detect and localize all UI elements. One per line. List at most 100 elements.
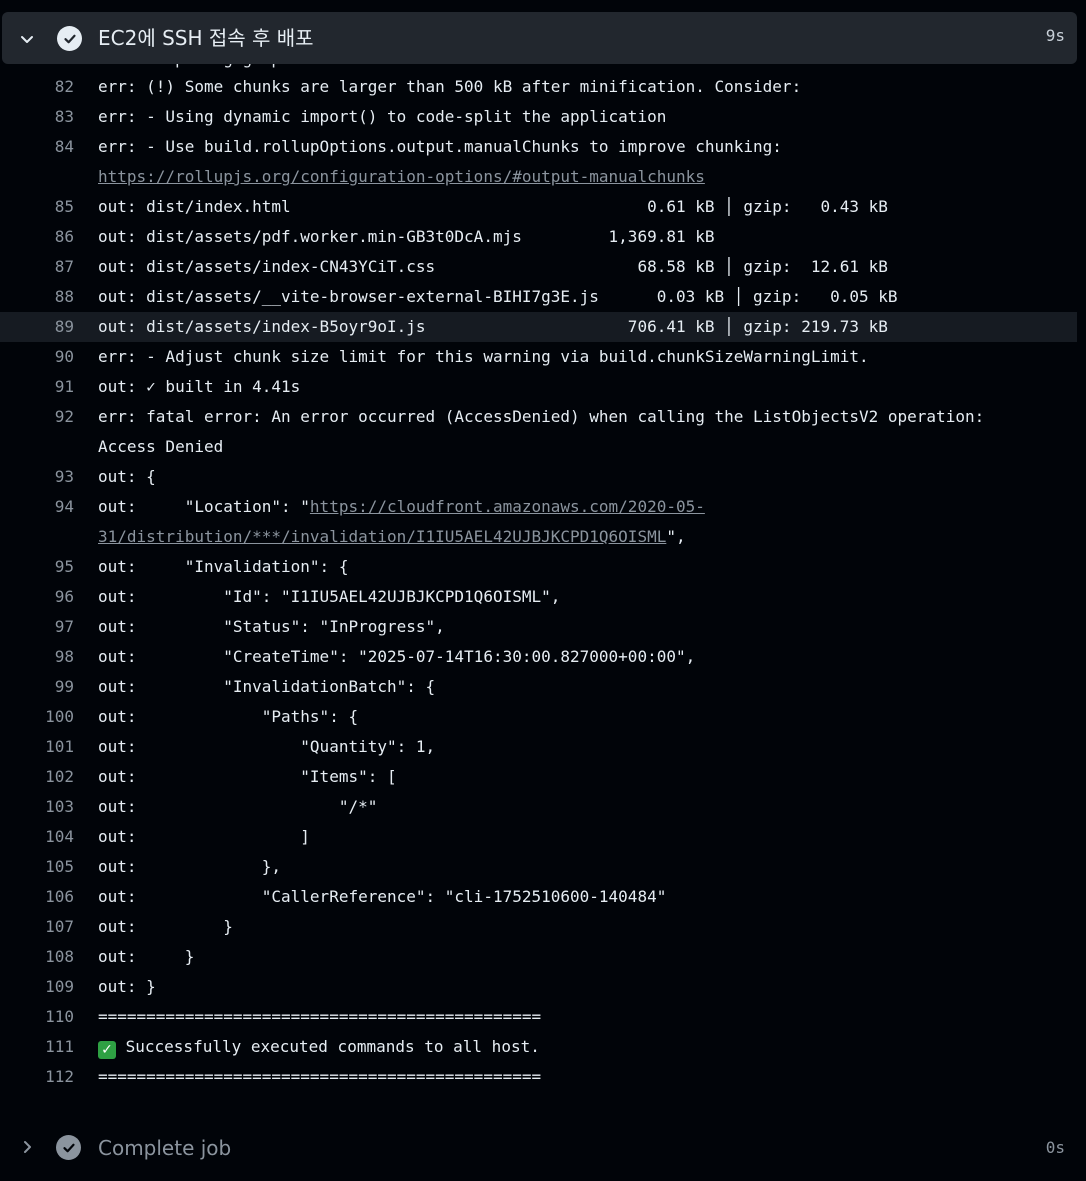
line-number[interactable]: 83 [14, 102, 74, 132]
chevron-right-icon[interactable] [18, 1138, 36, 1156]
chevron-down-icon[interactable] [18, 30, 36, 48]
log-text: out: dist/assets/index-CN43YCiT.css 68.5… [98, 252, 888, 282]
log-text-content: out: ✓ built in 4.41s [98, 377, 301, 396]
line-number[interactable]: 104 [14, 822, 74, 852]
line-number[interactable]: 112 [14, 1062, 74, 1092]
log-line: 104 out: ] [0, 822, 1077, 852]
log-line: 99 out: "InvalidationBatch": { [0, 672, 1077, 702]
log-text: out: dist/assets/pdf.worker.min-GB3t0DcA… [98, 222, 715, 252]
log-text: out: "Paths": { [98, 702, 358, 732]
line-number[interactable]: 85 [14, 192, 74, 222]
log-text-content: out: "InvalidationBatch": { [98, 677, 436, 696]
log-text: out: "Status": "InProgress", [98, 612, 445, 642]
step-title: EC2에 SSH 접속 후 배포 [98, 26, 314, 50]
log-link[interactable]: 31/distribution/***/invalidation/I1IU5AE… [98, 527, 666, 546]
line-number[interactable]: 102 [14, 762, 74, 792]
log-text: out: dist/assets/__vite-browser-external… [98, 282, 898, 312]
line-number[interactable]: 93 [14, 462, 74, 492]
log-text-content: out: } [98, 977, 156, 996]
line-number[interactable]: 105 [14, 852, 74, 882]
line-number[interactable]: 109 [14, 972, 74, 1002]
log-text: out: "CreateTime": "2025-07-14T16:30:00.… [98, 642, 695, 672]
log-text-content: out: "Id": "I1IU5AEL42UJBJKCPD1Q6OISML", [98, 587, 561, 606]
log-text: err: (!) Some chunks are larger than 500… [98, 72, 801, 102]
log-line: 102 out: "Items": [ [0, 762, 1077, 792]
log-text: err: - Use build.rollupOptions.output.ma… [98, 132, 782, 162]
log-line: 91 out: ✓ built in 4.41s [0, 372, 1077, 402]
line-number[interactable]: 97 [14, 612, 74, 642]
step-duration: 0s [1045, 1138, 1065, 1157]
line-number[interactable]: 110 [14, 1002, 74, 1032]
line-number[interactable]: 89 [14, 312, 74, 342]
log-text-content: out: "Items": [ [98, 767, 397, 786]
line-number[interactable]: 90 [14, 342, 74, 372]
log-line: 98 out: "CreateTime": "2025-07-14T16:30:0… [0, 642, 1077, 672]
line-number[interactable]: 86 [14, 222, 74, 252]
log-text-content: out: } [98, 947, 195, 966]
log-text-content: out: } [98, 917, 233, 936]
log-text: ✓ Successfully executed commands to all … [98, 1032, 540, 1062]
check-circle-icon [57, 26, 82, 51]
log-text-content: out: "/*" [98, 797, 378, 816]
line-number[interactable]: 87 [14, 252, 74, 282]
log-text: out: computing gzip size... [98, 64, 358, 72]
line-number[interactable]: 81 [14, 64, 74, 72]
log-line: 89 out: dist/assets/index-B5oyr9oI.js 706… [0, 312, 1077, 342]
line-number[interactable]: 106 [14, 882, 74, 912]
log-link[interactable]: https://cloudfront.amazonaws.com/2020-05… [310, 497, 705, 516]
log-line: 83 err: - Using dynamic import() to code-… [0, 102, 1077, 132]
log-text: out: dist/index.html 0.61 kB │ gzip: 0.4… [98, 192, 888, 222]
line-number[interactable]: 84 [14, 132, 74, 162]
line-number[interactable]: 95 [14, 552, 74, 582]
log-line: 93 out: { [0, 462, 1077, 492]
line-number[interactable]: 96 [14, 582, 74, 612]
log-output: 81 out: computing gzip size... 82 err: (!) … [0, 64, 1077, 1092]
line-number[interactable]: 103 [14, 792, 74, 822]
log-text: err: - Adjust chunk size limit for this … [98, 342, 869, 372]
log-text: out: }, [98, 852, 281, 882]
line-number[interactable]: 98 [14, 642, 74, 672]
log-line: 87 out: dist/assets/index-CN43YCiT.css 68… [0, 252, 1077, 282]
log-line: 84 err: - Use build.rollupOptions.output.… [0, 132, 1077, 162]
line-number[interactable]: 94 [14, 492, 74, 522]
log-text-content: out: ] [98, 827, 310, 846]
log-line: 111 ✓ Successfully executed commands to a… [0, 1032, 1077, 1062]
step-title: Complete job [98, 1136, 232, 1160]
line-number[interactable]: 111 [14, 1032, 74, 1062]
line-number[interactable]: 107 [14, 912, 74, 942]
log-text: out: dist/assets/index-B5oyr9oI.js 706.4… [98, 312, 888, 342]
log-text-content: ========================================… [98, 1007, 542, 1026]
line-number[interactable]: 82 [14, 72, 74, 102]
log-text: err: - Using dynamic import() to code-sp… [98, 102, 666, 132]
line-number[interactable]: 92 [14, 402, 74, 432]
log-text-content: out: "CallerReference": "cli-1752510600-… [98, 887, 667, 906]
step-header[interactable]: EC2에 SSH 접속 후 배포 9s [2, 12, 1077, 64]
log-text: 31/distribution/***/invalidation/I1IU5AE… [98, 522, 686, 552]
line-number[interactable]: 100 [14, 702, 74, 732]
log-line: 85 out: dist/index.html 0.61 kB │ gzip: 0… [0, 192, 1077, 222]
log-text-prefix: out: "Location": " [98, 497, 310, 516]
line-number[interactable]: 108 [14, 942, 74, 972]
line-number[interactable]: 101 [14, 732, 74, 762]
log-line: 109 out: } [0, 972, 1077, 1002]
log-text-content: out: "Quantity": 1, [98, 737, 436, 756]
log-line: https://rollupjs.org/configuration-optio… [0, 162, 1077, 192]
log-text: out: "Invalidation": { [98, 552, 348, 582]
log-line: 92 err: fatal error: An error occurred (A… [0, 402, 1077, 432]
line-number[interactable]: 99 [14, 672, 74, 702]
log-text-content: Successfully executed commands to all ho… [116, 1037, 540, 1056]
line-number[interactable]: 88 [14, 282, 74, 312]
log-text-content: out: dist/index.html 0.61 kB │ gzip: 0.4… [98, 197, 888, 216]
log-text-content: err: - Adjust chunk size limit for this … [98, 347, 869, 366]
log-link[interactable]: https://rollupjs.org/configuration-optio… [98, 167, 705, 186]
step-complete-job[interactable]: Complete job 0s [2, 1128, 1077, 1168]
log-text-content: out: { [98, 467, 156, 486]
log-text: out: "Location": "https://cloudfront.ama… [98, 492, 705, 522]
log-line: 90 err: - Adjust chunk size limit for thi… [0, 342, 1077, 372]
log-text-content: out: "Status": "InProgress", [98, 617, 445, 636]
log-text-content: err: (!) Some chunks are larger than 500… [98, 77, 802, 96]
log-line: 107 out: } [0, 912, 1077, 942]
line-number[interactable]: 91 [14, 372, 74, 402]
log-text-content: out: "CreateTime": "2025-07-14T16:30:00.… [98, 647, 696, 666]
log-line: 82 err: (!) Some chunks are larger than 5… [0, 72, 1077, 102]
